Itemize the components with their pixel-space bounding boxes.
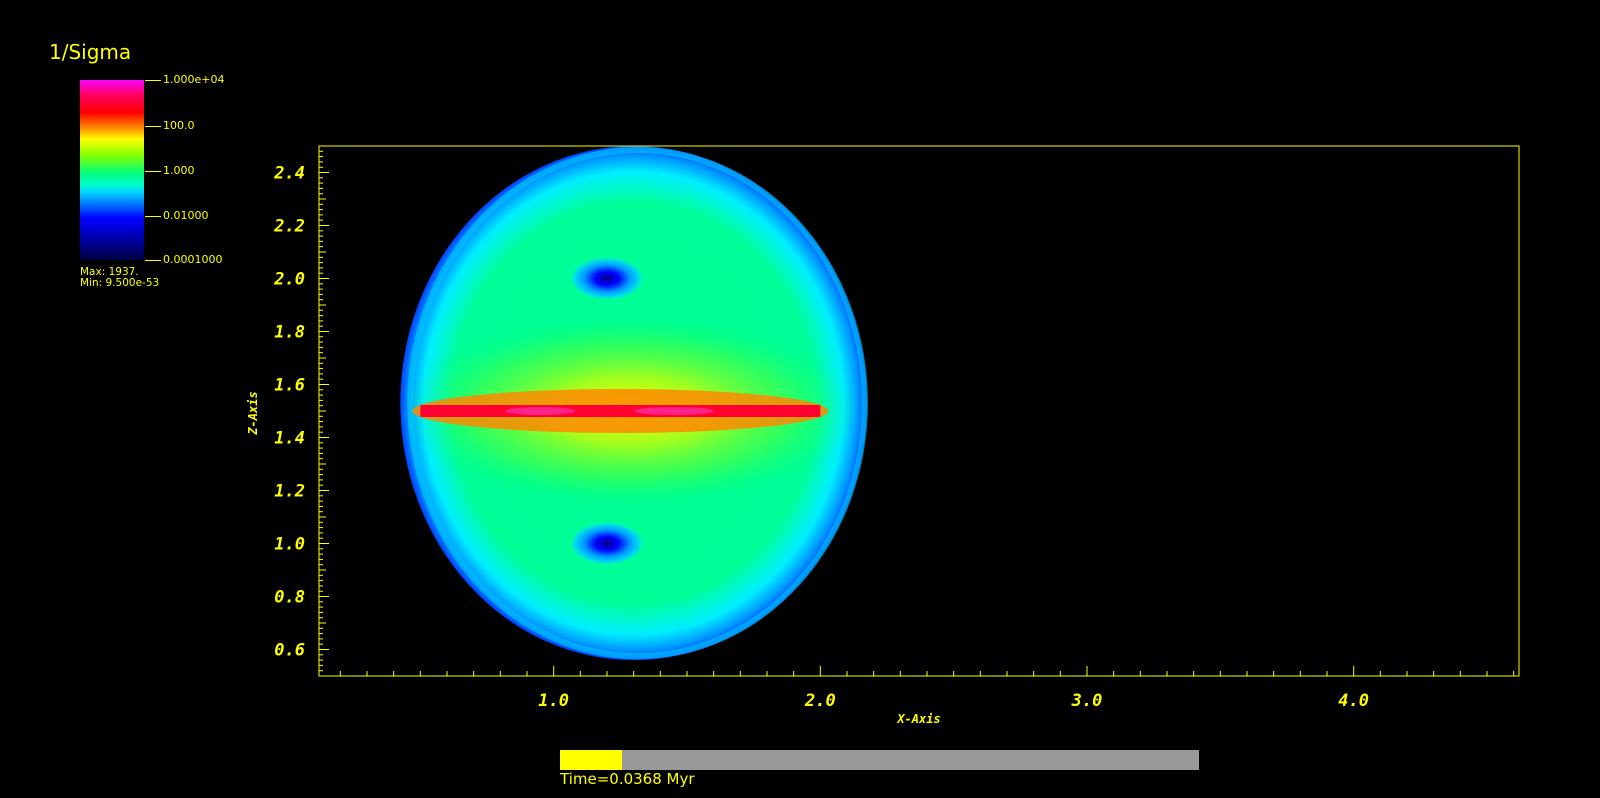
x-axis-label: X-Axis (896, 712, 940, 726)
y-tick-label: 2.2 (273, 217, 305, 237)
y-tick-label: 0.8 (274, 588, 305, 608)
x-tick-label: 3.0 (1071, 691, 1103, 711)
x-tick-label: 1.0 (538, 691, 569, 711)
y-tick-label: 0.6 (274, 641, 305, 661)
time-progress-bar (560, 750, 1199, 770)
y-tick-label: 1.2 (274, 482, 305, 502)
y-tick-label: 2.0 (273, 270, 305, 290)
heatmap (400, 146, 869, 661)
jet-core (420, 405, 821, 417)
cavity (569, 521, 645, 566)
y-tick-label: 2.4 (273, 164, 305, 184)
y-axis-label: Z-Axis (246, 391, 260, 435)
y-tick-label: 1.6 (274, 376, 305, 396)
y-tick-label: 1.4 (274, 429, 305, 449)
jet-hotspot (505, 407, 576, 415)
time-progress-fill (560, 750, 622, 770)
x-tick-label: 4.0 (1338, 691, 1369, 711)
plot-canvas: 1.0 2.0 3.0 4.0 0.6 0.8 1.0 1.2 1.4 1.6 1.8 2.0 2.2 2… (246, 145, 1520, 726)
x-tick-label: 2.0 (804, 691, 836, 711)
y-tick-label: 1.0 (274, 535, 305, 555)
cavity (569, 256, 645, 301)
time-label: Time=0.0368 Myr (560, 770, 695, 788)
jet-hotspot (633, 407, 714, 415)
y-tick-label: 1.8 (274, 323, 305, 343)
